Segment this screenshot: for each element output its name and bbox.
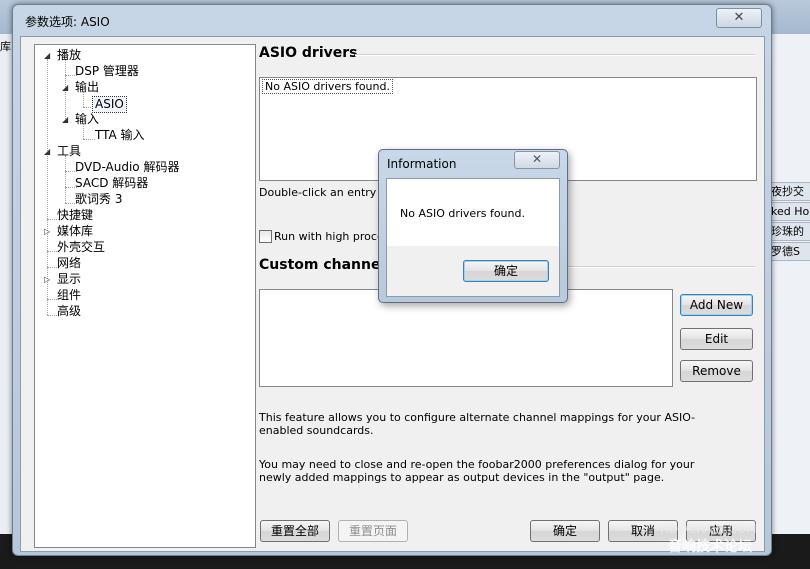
close-icon: ✕ xyxy=(733,10,745,25)
tree-item-display[interactable]: 显示 xyxy=(57,272,81,287)
high-priority-checkbox[interactable] xyxy=(259,230,272,243)
information-dialog: Information ✕ No ASIO drivers found. 确定 xyxy=(378,149,568,303)
tree-item-dsp-manager[interactable]: DSP 管理器 xyxy=(75,64,139,79)
expand-arrow-icon[interactable]: ▷ xyxy=(44,275,50,284)
watermark-text: 音响技术论坛 xyxy=(668,539,752,555)
background-list-item[interactable]: ked Hor xyxy=(770,202,810,221)
watermark-text: HDOCRAIN.COM xyxy=(660,522,757,536)
tree-item-asio[interactable]: ASIO xyxy=(92,96,127,113)
tree-item-components[interactable]: 组件 xyxy=(57,288,81,303)
close-button[interactable]: ✕ xyxy=(716,8,762,28)
tree-item-keyboard-shortcuts[interactable]: 快捷键 xyxy=(57,208,93,223)
reset-all-button[interactable]: 重置全部 xyxy=(260,520,330,542)
custom-mappings-list[interactable] xyxy=(259,289,673,387)
reset-page-button[interactable]: 重置页面 xyxy=(338,520,408,542)
dialog-title: Information xyxy=(387,157,457,171)
custom-restart-note: You may need to close and re-open the fo… xyxy=(259,458,695,484)
tree-item-advanced[interactable]: 高级 xyxy=(57,304,81,319)
preferences-tree: ◢ 播放 DSP 管理器 ◢ 输出 ASIO ◢ 输入 TTA 输入 ◢ 工具 … xyxy=(34,44,256,548)
tree-item-sacd-decoder[interactable]: SACD 解码器 xyxy=(75,176,148,191)
collapse-arrow-icon[interactable]: ◢ xyxy=(44,147,50,156)
background-list-item[interactable]: 夜抄交 xyxy=(770,182,810,201)
tree-item-shell-integration[interactable]: 外壳交互 xyxy=(57,240,105,255)
edit-button[interactable]: Edit xyxy=(680,328,753,350)
ok-button[interactable]: 确定 xyxy=(530,520,600,542)
tree-item-output[interactable]: 输出 xyxy=(75,80,99,95)
list-item[interactable]: No ASIO drivers found. xyxy=(262,79,393,94)
remove-button[interactable]: Remove xyxy=(680,360,753,382)
background-right-list: 夜抄交 ked Hor 珍珠的 罗德S xyxy=(770,34,810,534)
tree-line xyxy=(83,139,95,140)
background-list-item[interactable]: 珍珠的 xyxy=(770,222,810,241)
custom-description: This feature allows you to configure alt… xyxy=(259,411,696,437)
background-list-item[interactable]: 罗德S xyxy=(770,242,810,261)
dialog-client: No ASIO drivers found. 确定 xyxy=(386,178,560,297)
tree-item-tta-input[interactable]: TTA 输入 xyxy=(95,128,145,143)
dialog-message-area: No ASIO drivers found. xyxy=(387,179,559,246)
tree-item-playback[interactable]: 播放 xyxy=(57,48,81,63)
background-left-stub: 库 xyxy=(0,40,11,53)
collapse-arrow-icon[interactable]: ◢ xyxy=(62,115,68,124)
tree-item-networking[interactable]: 网络 xyxy=(57,256,81,271)
collapse-arrow-icon[interactable]: ◢ xyxy=(44,51,50,60)
window-title: 参数选项: ASIO xyxy=(25,15,110,29)
tree-item-tools[interactable]: 工具 xyxy=(57,144,81,159)
dialog-close-button[interactable]: ✕ xyxy=(514,151,560,169)
tree-line xyxy=(65,155,66,203)
add-new-button[interactable]: Add New xyxy=(680,294,753,316)
tree-item-input[interactable]: 输入 xyxy=(75,112,99,127)
tree-item-dvd-audio-decoder[interactable]: DVD-Audio 解码器 xyxy=(75,160,179,175)
tree-item-media-library[interactable]: 媒体库 xyxy=(57,224,93,239)
high-priority-label: Run with high process xyxy=(274,230,396,243)
collapse-arrow-icon[interactable]: ◢ xyxy=(62,83,68,92)
expand-arrow-icon[interactable]: ▷ xyxy=(44,227,50,236)
dialog-ok-button[interactable]: 确定 xyxy=(463,260,549,282)
tree-item-lyrics-show[interactable]: 歌词秀 3 xyxy=(75,192,122,207)
dialog-message: No ASIO drivers found. xyxy=(400,207,525,220)
close-icon: ✕ xyxy=(531,152,543,166)
asio-drivers-heading: ASIO drivers xyxy=(259,45,358,61)
section-divider xyxy=(355,54,755,56)
